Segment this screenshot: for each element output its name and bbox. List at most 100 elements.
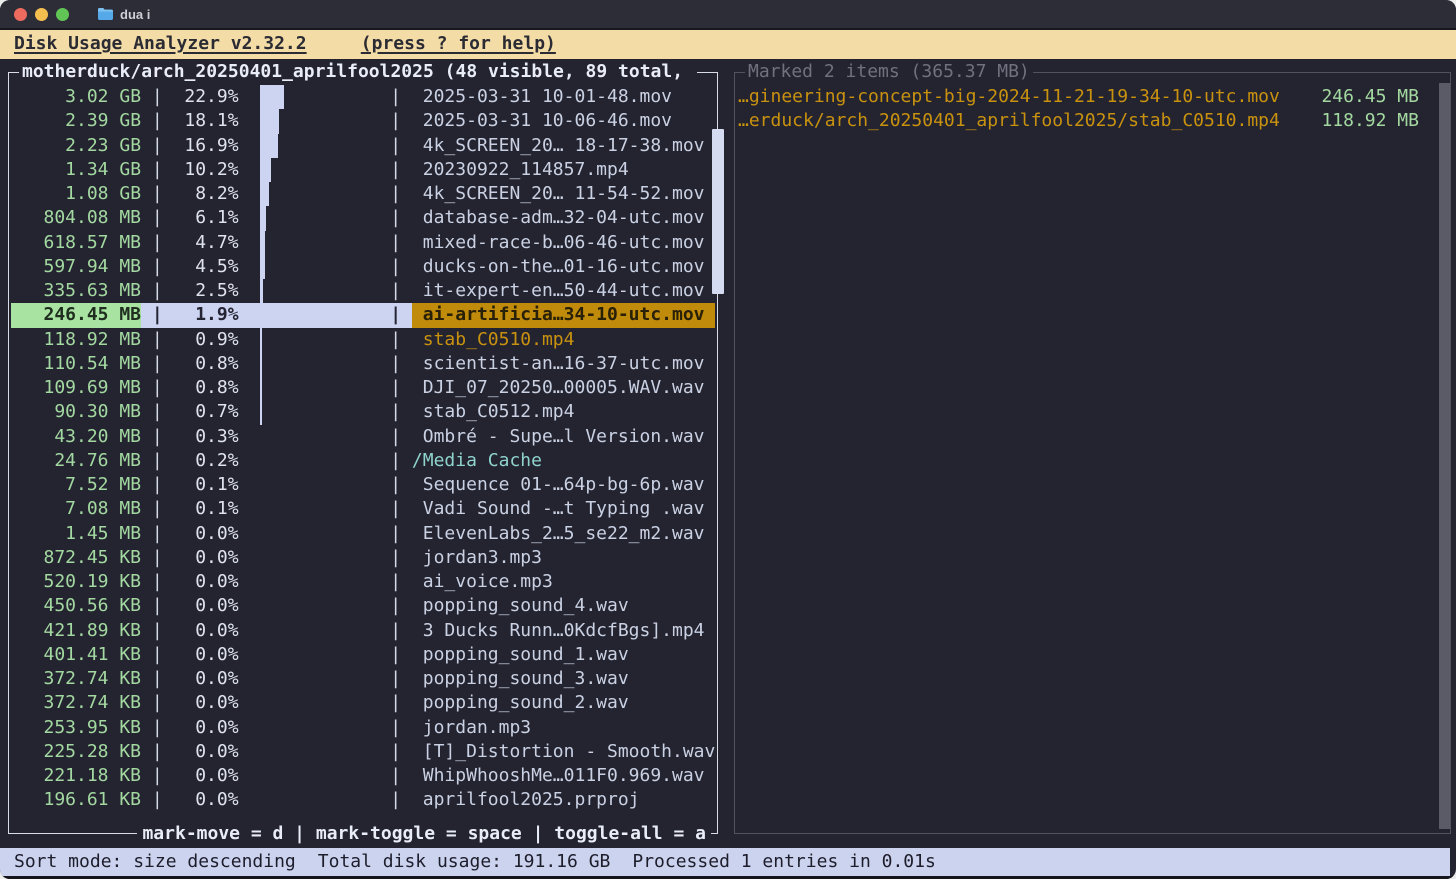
gap <box>239 522 261 546</box>
column-separator: | <box>379 667 412 691</box>
marked-item-row[interactable]: …erduck/arch_20250401_aprilfool2025/stab… <box>738 109 1436 133</box>
file-row[interactable]: 2.39 GB | 18.1% | 2025-03-31 10-06-46.mo… <box>11 109 715 133</box>
row-size: 43.20 MB <box>11 425 141 449</box>
row-size: 597.94 MB <box>11 255 141 279</box>
file-row[interactable]: 1.08 GB | 8.2% | 4k_SCREEN_20… 11-54-52.… <box>11 182 715 206</box>
column-separator: | <box>379 255 412 279</box>
file-row[interactable]: 2.23 GB | 16.9% | 4k_SCREEN_20… 18-17-38… <box>11 134 715 158</box>
row-size: 450.56 KB <box>11 594 141 618</box>
marked-item-row[interactable]: …gineering-concept-big-2024-11-21-19-34-… <box>738 85 1436 109</box>
file-row[interactable]: 90.30 MB | 0.7% | stab_C0512.mp4 <box>11 400 715 424</box>
file-row[interactable]: 372.74 KB | 0.0% | popping_sound_3.wav <box>11 667 715 691</box>
file-row[interactable]: 372.74 KB | 0.0% | popping_sound_2.wav <box>11 691 715 715</box>
row-percent: 4.5% <box>174 255 239 279</box>
file-row[interactable]: 196.61 KB | 0.0% | aprilfool2025.prproj <box>11 788 715 812</box>
row-name: popping_sound_3.wav <box>412 667 715 691</box>
gap <box>239 85 261 109</box>
column-separator: | <box>141 182 174 206</box>
file-row[interactable]: 3.02 GB | 22.9% | 2025-03-31 10-01-48.mo… <box>11 85 715 109</box>
row-size: 24.76 MB <box>11 449 141 473</box>
usage-bar <box>260 352 262 376</box>
usage-bar <box>260 279 263 303</box>
file-row[interactable]: 43.20 MB | 0.3% | Ombré - Supe…l Version… <box>11 425 715 449</box>
row-percent: 0.8% <box>174 376 239 400</box>
gap <box>239 158 261 182</box>
column-separator: | <box>379 376 412 400</box>
zoom-button[interactable] <box>56 8 69 21</box>
row-name: scientist-an…16-37-utc.mov <box>412 352 715 376</box>
column-separator: | <box>379 449 412 473</box>
row-size: 110.54 MB <box>11 352 141 376</box>
row-size: 2.23 GB <box>11 134 141 158</box>
file-row[interactable]: 246.45 MB | 1.9% | ai-artificia…34-10-ut… <box>11 303 715 327</box>
file-row[interactable]: 118.92 MB | 0.9% | stab_C0510.mp4 <box>11 328 715 352</box>
gap <box>239 740 261 764</box>
close-button[interactable] <box>14 8 27 21</box>
row-name: DJI_07_20250…00005.WAV.wav <box>412 376 715 400</box>
marked-items-pane: Marked 2 items (365.37 MB) …gineering-co… <box>734 72 1451 834</box>
help-hint[interactable]: (press ? for help) <box>361 33 556 54</box>
row-bar-track <box>260 449 379 473</box>
file-row[interactable]: 110.54 MB | 0.8% | scientist-an…16-37-ut… <box>11 352 715 376</box>
column-separator: | <box>141 619 174 643</box>
row-bar-track <box>260 764 379 788</box>
row-percent: 0.0% <box>174 764 239 788</box>
file-row[interactable]: 1.45 MB | 0.0% | ElevenLabs_2…5_se22_m2.… <box>11 522 715 546</box>
row-name: 4k_SCREEN_20… 11-54-52.mov <box>412 182 715 206</box>
row-size: 253.95 KB <box>11 716 141 740</box>
file-row[interactable]: 24.76 MB | 0.2% | /Media Cache <box>11 449 715 473</box>
right-pane-scrollbar[interactable] <box>1439 83 1450 829</box>
terminal-window: dua i Disk Usage Analyzer v2.32.2 (press… <box>0 0 1456 879</box>
row-name: ai-artificia…34-10-utc.mov <box>412 303 715 327</box>
row-name: 4k_SCREEN_20… 18-17-38.mov <box>412 134 715 158</box>
column-separator: | <box>379 231 412 255</box>
file-row[interactable]: 1.34 GB | 10.2% | 20230922_114857.mp4 <box>11 158 715 182</box>
row-bar-track <box>260 497 379 521</box>
file-row[interactable]: 421.89 KB | 0.0% | 3 Ducks Runn…0KdcfBgs… <box>11 619 715 643</box>
gap <box>239 231 261 255</box>
row-name: popping_sound_2.wav <box>412 691 715 715</box>
row-size: 2.39 GB <box>11 109 141 133</box>
row-bar-track <box>260 667 379 691</box>
file-list-pane-title: motherduck/arch_20250401_aprilfool2025 (… <box>19 60 697 84</box>
gap <box>239 449 261 473</box>
row-size: 401.41 KB <box>11 643 141 667</box>
file-row[interactable]: 618.57 MB | 4.7% | mixed-race-b…06-46-ut… <box>11 231 715 255</box>
gap <box>239 643 261 667</box>
file-row[interactable]: 520.19 KB | 0.0% | ai_voice.mp3 <box>11 570 715 594</box>
row-size: 109.69 MB <box>11 376 141 400</box>
usage-bar <box>260 85 284 109</box>
file-row[interactable]: 7.52 MB | 0.1% | Sequence 01-…64p-bg-6p.… <box>11 473 715 497</box>
column-separator: | <box>141 279 174 303</box>
row-bar-track <box>260 691 379 715</box>
column-separator: | <box>379 279 412 303</box>
minimize-button[interactable] <box>35 8 48 21</box>
gap <box>239 619 261 643</box>
left-pane-scrollbar-thumb[interactable] <box>712 129 724 294</box>
column-separator: | <box>379 522 412 546</box>
usage-bar <box>260 328 262 352</box>
file-row[interactable]: 253.95 KB | 0.0% | jordan.mp3 <box>11 716 715 740</box>
row-bar-track <box>260 400 379 424</box>
usage-bar <box>260 255 265 279</box>
row-size: 246.45 MB <box>11 303 141 327</box>
row-bar-track <box>260 279 379 303</box>
file-row[interactable]: 7.08 MB | 0.1% | Vadi Sound -…t Typing .… <box>11 497 715 521</box>
row-name: 2025-03-31 10-06-46.mov <box>412 109 715 133</box>
file-row[interactable]: 109.69 MB | 0.8% | DJI_07_20250…00005.WA… <box>11 376 715 400</box>
gap <box>239 328 261 352</box>
file-row[interactable]: 401.41 KB | 0.0% | popping_sound_1.wav <box>11 643 715 667</box>
file-row[interactable]: 804.08 MB | 6.1% | database-adm…32-04-ut… <box>11 206 715 230</box>
row-name: mixed-race-b…06-46-utc.mov <box>412 231 715 255</box>
file-row[interactable]: 225.28 KB | 0.0% | [T]_Distortion - Smoo… <box>11 740 715 764</box>
file-row[interactable]: 872.45 KB | 0.0% | jordan3.mp3 <box>11 546 715 570</box>
gap <box>239 182 261 206</box>
file-row[interactable]: 450.56 KB | 0.0% | popping_sound_4.wav <box>11 594 715 618</box>
usage-bar <box>260 158 271 182</box>
row-name: Sequence 01-…64p-bg-6p.wav <box>412 473 715 497</box>
column-separator: | <box>141 158 174 182</box>
row-bar-track <box>260 425 379 449</box>
file-row[interactable]: 221.18 KB | 0.0% | WhipWhooshMe…011F0.96… <box>11 764 715 788</box>
file-row[interactable]: 335.63 MB | 2.5% | it-expert-en…50-44-ut… <box>11 279 715 303</box>
file-row[interactable]: 597.94 MB | 4.5% | ducks-on-the…01-16-ut… <box>11 255 715 279</box>
